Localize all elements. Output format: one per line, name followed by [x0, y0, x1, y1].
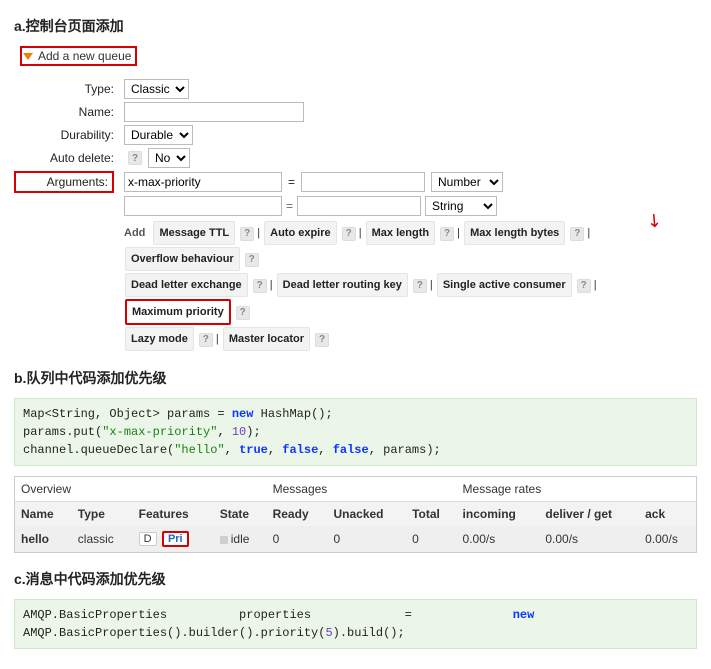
- arguments-label: Arguments:: [14, 171, 114, 193]
- equals-sign: =: [288, 175, 295, 189]
- tag-max-length[interactable]: Max length: [366, 221, 435, 245]
- col-deliver[interactable]: deliver / get: [539, 502, 639, 527]
- durability-select[interactable]: Durable: [124, 125, 193, 145]
- help-icon[interactable]: ?: [570, 227, 584, 241]
- section-c-title: c.消息中代码添加优先级: [14, 569, 697, 589]
- cell-total: 0: [406, 526, 456, 553]
- col-incoming[interactable]: incoming: [457, 502, 540, 527]
- help-icon[interactable]: ?: [253, 279, 267, 293]
- feature-d-icon: D: [139, 532, 157, 546]
- code-block-b: Map<String, Object> params = new HashMap…: [14, 398, 697, 466]
- col-type[interactable]: Type: [72, 502, 133, 527]
- name-label: Name:: [14, 105, 114, 119]
- col-features[interactable]: Features: [133, 502, 214, 527]
- col-group-overview: Overview: [15, 477, 267, 502]
- add-queue-collapse[interactable]: Add a new queue: [20, 46, 137, 66]
- help-icon[interactable]: ?: [236, 306, 250, 320]
- col-total[interactable]: Total: [406, 502, 456, 527]
- queue-table: Overview Messages Message rates Name Typ…: [14, 476, 697, 553]
- help-icon[interactable]: ?: [577, 279, 591, 293]
- tag-dlrk[interactable]: Dead letter routing key: [277, 273, 408, 297]
- argument-type-0[interactable]: Number: [431, 172, 503, 192]
- cell-state: idle: [214, 526, 267, 553]
- help-icon[interactable]: ?: [199, 333, 213, 347]
- help-icon[interactable]: ?: [245, 253, 259, 267]
- autodelete-select[interactable]: No: [148, 148, 190, 168]
- help-icon[interactable]: ?: [440, 227, 454, 241]
- argument-key-0[interactable]: [124, 172, 282, 192]
- cell-incoming: 0.00/s: [457, 526, 540, 553]
- help-icon[interactable]: ?: [315, 333, 329, 347]
- cell-name: hello: [15, 526, 72, 553]
- argument-type-1[interactable]: String: [425, 196, 497, 216]
- col-group-rates: Message rates: [457, 477, 697, 502]
- cell-ready: 0: [267, 526, 328, 553]
- help-icon[interactable]: ?: [128, 151, 142, 165]
- help-icon[interactable]: ?: [413, 279, 427, 293]
- tag-sac[interactable]: Single active consumer: [437, 273, 572, 297]
- help-icon[interactable]: ?: [342, 227, 356, 241]
- tag-max-bytes[interactable]: Max length bytes: [464, 221, 565, 245]
- tag-max-priority[interactable]: Maximum priority: [125, 299, 231, 325]
- autodelete-label: Auto delete:: [14, 151, 114, 165]
- cell-deliver: 0.00/s: [539, 526, 639, 553]
- col-state[interactable]: State: [214, 502, 267, 527]
- table-row[interactable]: hello classic D Pri idle 0 0 0 0.00/s 0.…: [15, 526, 697, 553]
- cell-ack: 0.00/s: [639, 526, 696, 553]
- cell-unacked: 0: [327, 526, 406, 553]
- col-ready[interactable]: Ready: [267, 502, 328, 527]
- tag-dlx[interactable]: Dead letter exchange: [125, 273, 248, 297]
- name-input[interactable]: [124, 102, 304, 122]
- feature-pri-icon: Pri: [162, 531, 189, 547]
- col-group-messages: Messages: [267, 477, 457, 502]
- help-icon[interactable]: ?: [240, 227, 254, 241]
- argument-key-1[interactable]: [124, 196, 282, 216]
- tag-message-ttl[interactable]: Message TTL: [153, 221, 235, 245]
- tag-lazy[interactable]: Lazy mode: [125, 327, 194, 351]
- col-unacked[interactable]: Unacked: [327, 502, 406, 527]
- tag-master[interactable]: Master locator: [223, 327, 310, 351]
- code-block-c: AMQP.BasicProperties properties = new AM…: [14, 599, 697, 649]
- add-label: Add: [124, 227, 145, 239]
- tag-overflow[interactable]: Overflow behaviour: [125, 247, 240, 271]
- cell-type: classic: [72, 526, 133, 553]
- type-label: Type:: [14, 82, 114, 96]
- col-name[interactable]: Name: [15, 502, 72, 527]
- collapse-caret-icon: [23, 53, 33, 60]
- section-b-title: b.队列中代码添加优先级: [14, 368, 697, 388]
- equals-sign: =: [286, 199, 293, 213]
- argument-val-1[interactable]: [297, 196, 421, 216]
- type-select[interactable]: Classic: [124, 79, 189, 99]
- argument-val-0[interactable]: [301, 172, 425, 192]
- section-a-title: a.控制台页面添加: [14, 16, 697, 36]
- durability-label: Durability:: [14, 128, 114, 142]
- cell-features: D Pri: [133, 526, 214, 553]
- state-dot-icon: [220, 536, 228, 544]
- tag-auto-expire[interactable]: Auto expire: [264, 221, 337, 245]
- collapse-label: Add a new queue: [38, 49, 131, 63]
- col-ack[interactable]: ack: [639, 502, 696, 527]
